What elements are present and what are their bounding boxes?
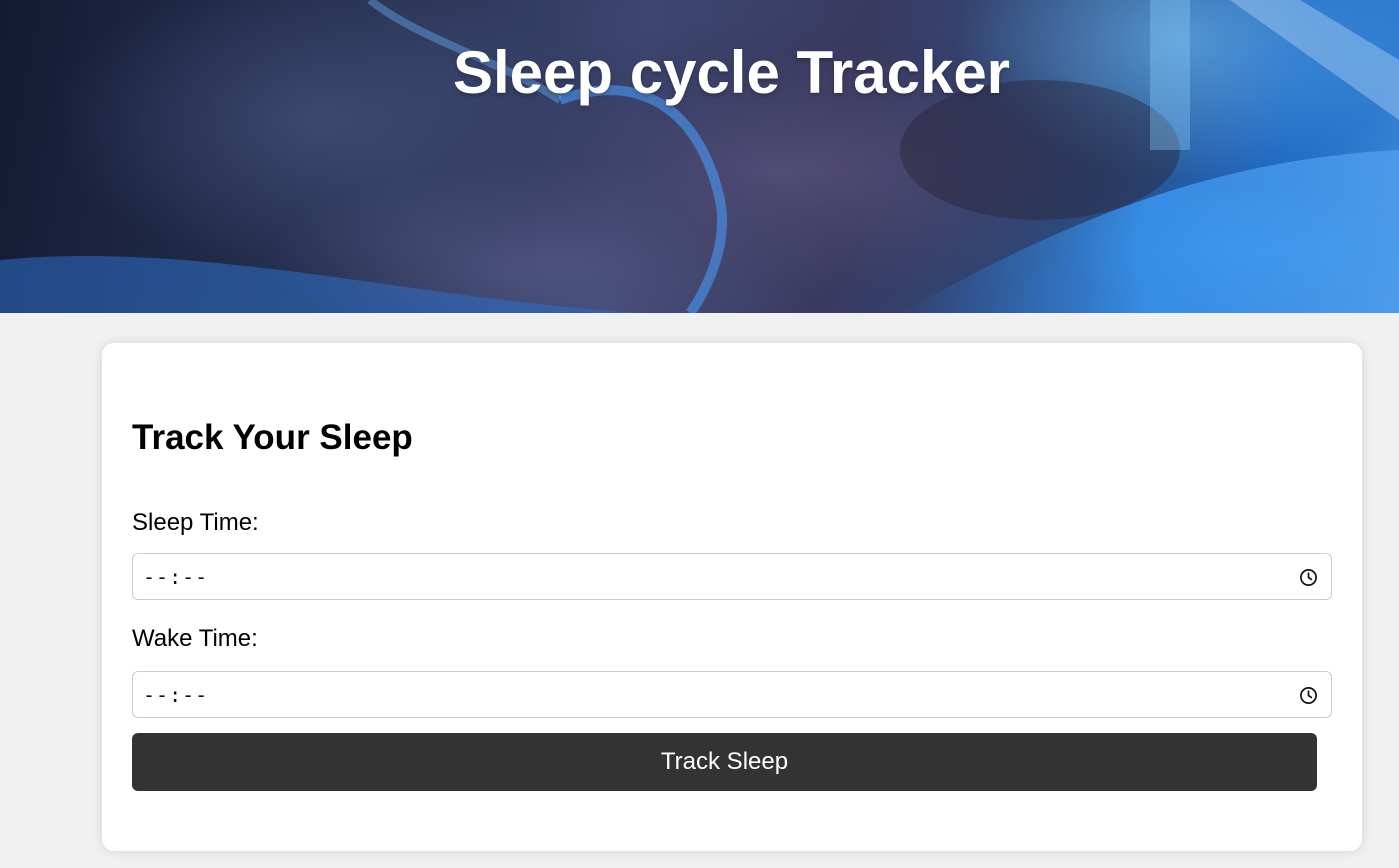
- sleep-time-value: --:--: [143, 565, 209, 589]
- wake-time-label: Wake Time:: [132, 625, 258, 652]
- hero-banner: Sleep cycle Tracker: [0, 0, 1399, 313]
- form-heading: Track Your Sleep: [132, 418, 413, 457]
- wake-time-value: --:--: [143, 683, 209, 707]
- clock-icon[interactable]: [1299, 568, 1318, 587]
- wake-time-input[interactable]: --:--: [132, 671, 1332, 718]
- sleep-time-label: Sleep Time:: [132, 509, 259, 536]
- track-sleep-button[interactable]: Track Sleep: [132, 733, 1317, 791]
- sleep-form-card: Track Your Sleep Sleep Time: --:-- Wake …: [102, 343, 1362, 851]
- page-title: Sleep cycle Tracker: [452, 39, 1011, 106]
- clock-icon[interactable]: [1299, 686, 1318, 705]
- sleep-time-input[interactable]: --:--: [132, 553, 1332, 600]
